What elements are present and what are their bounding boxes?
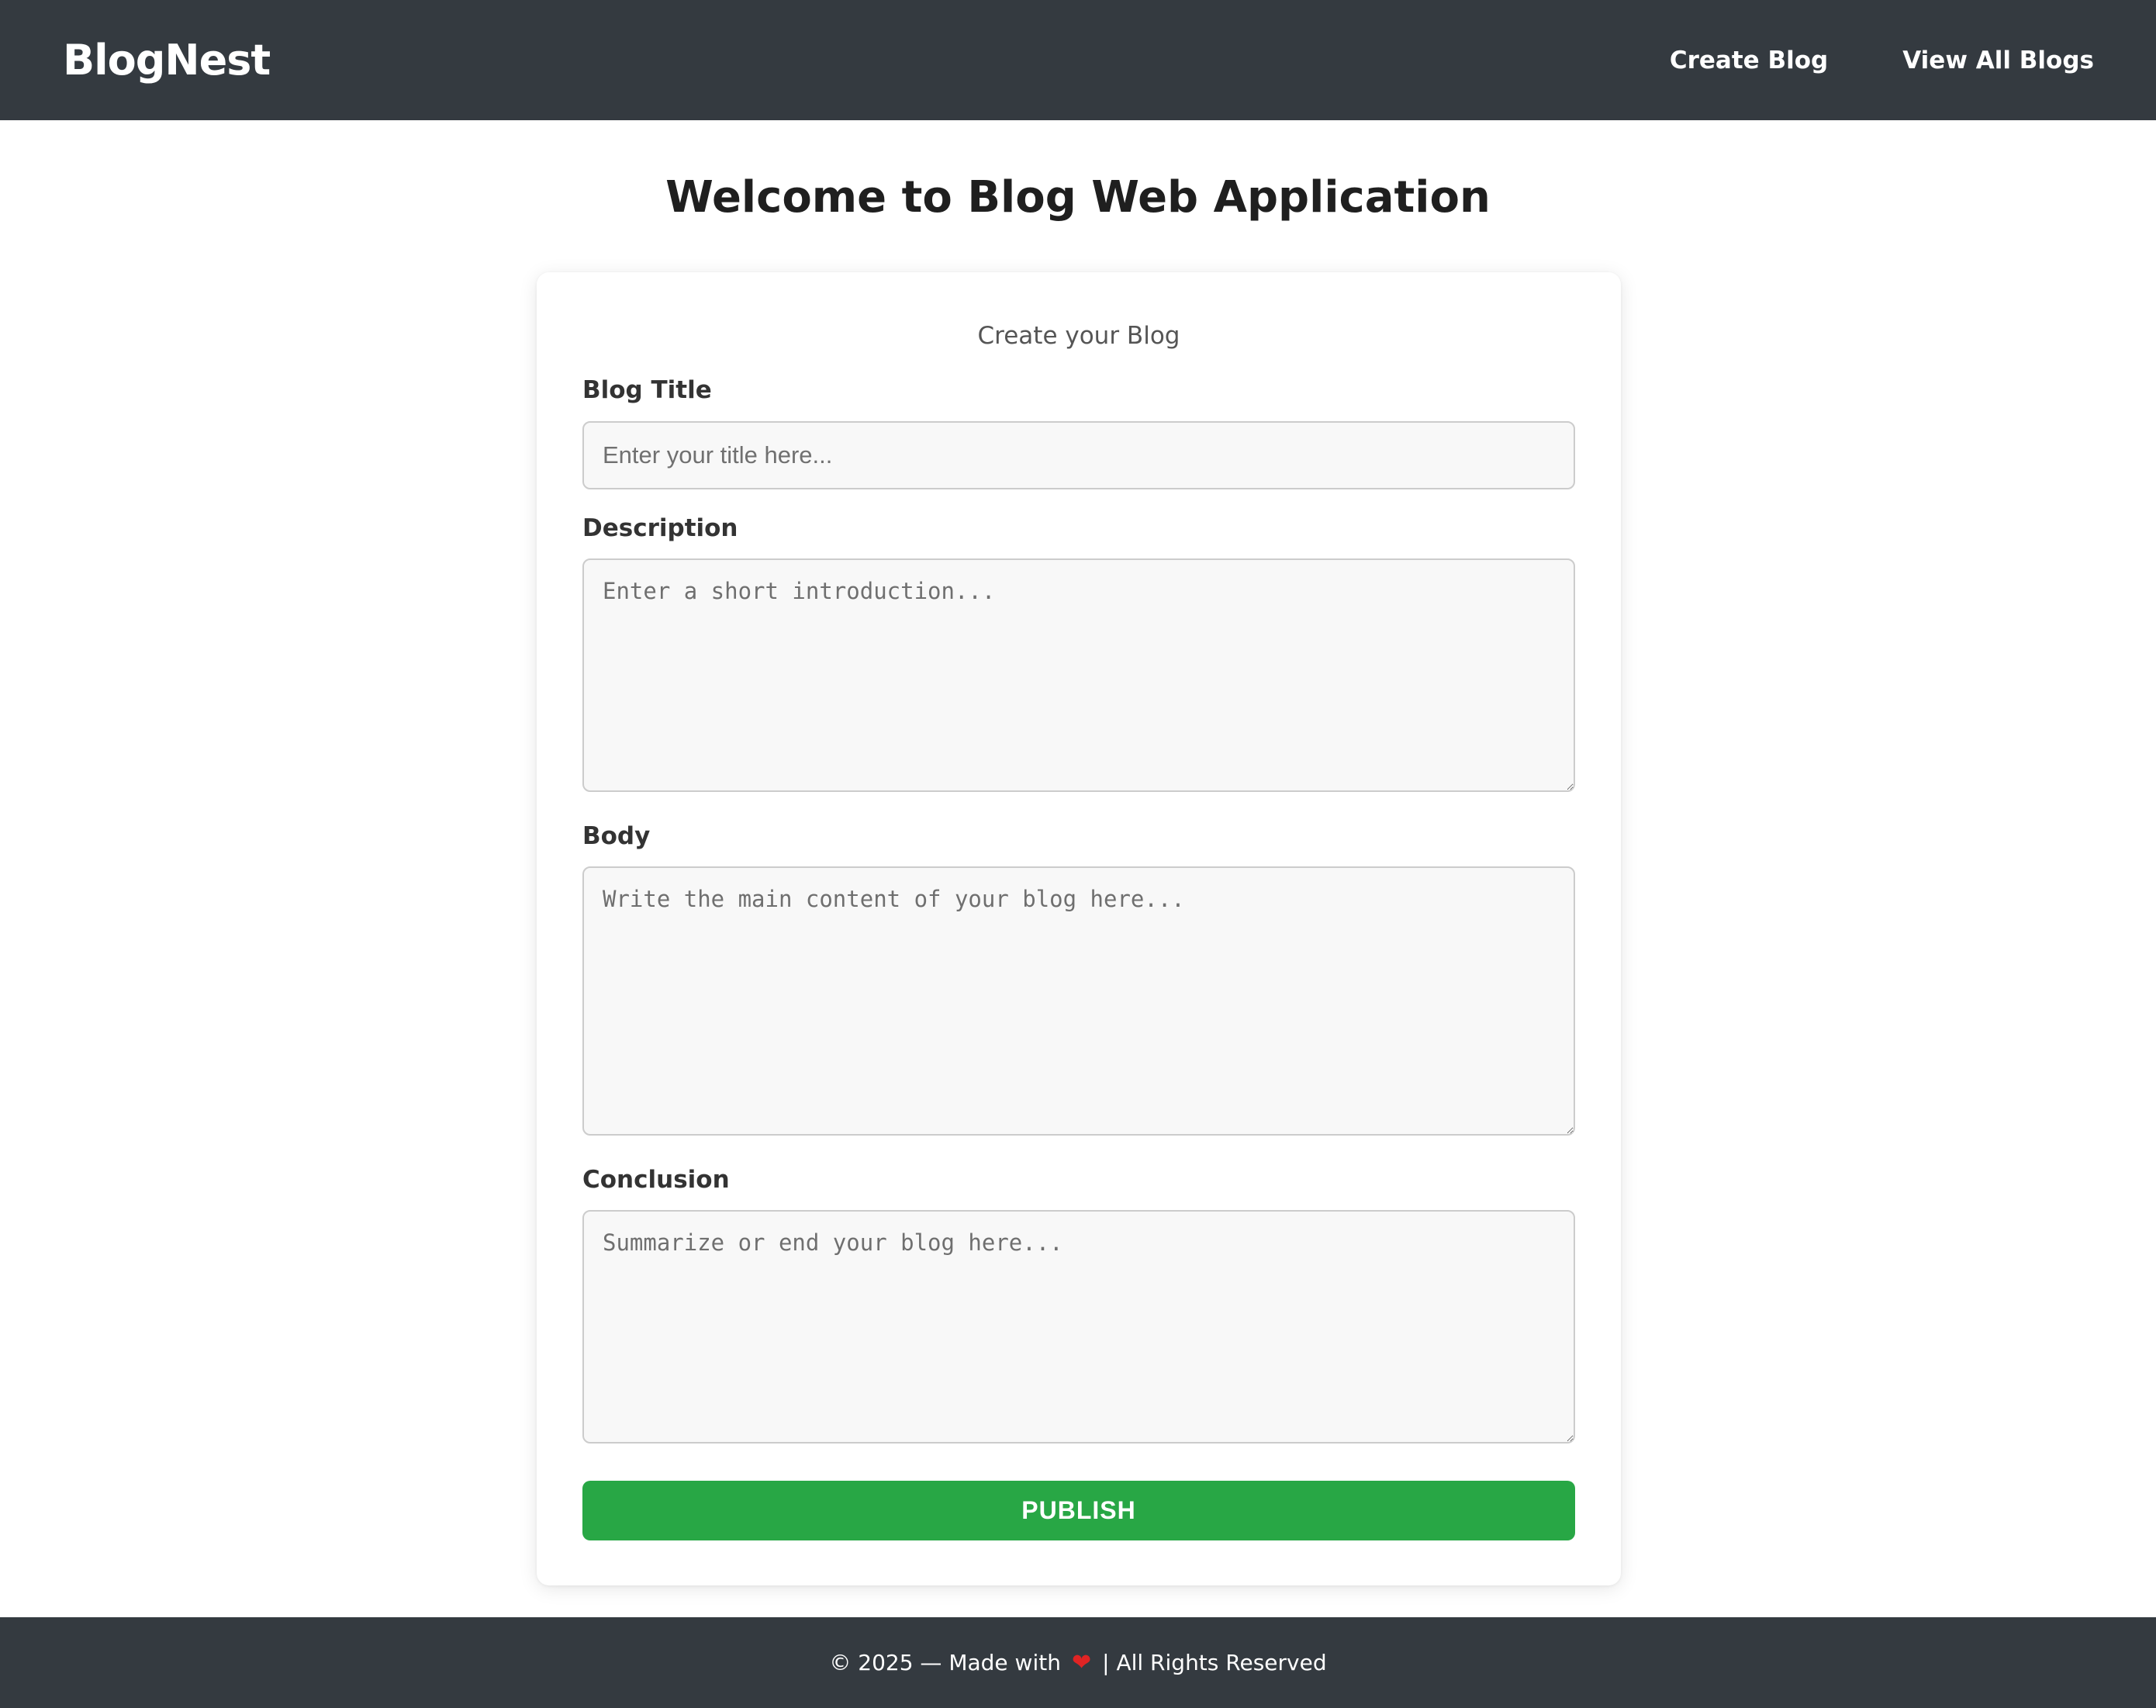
navbar: BlogNest Create Blog View All Blogs <box>0 0 2156 120</box>
brand-logo[interactable]: BlogNest <box>63 36 271 85</box>
footer-suffix: | All Rights Reserved <box>1102 1650 1327 1675</box>
conclusion-textarea[interactable] <box>582 1210 1575 1444</box>
nav-create-blog[interactable]: Create Blog <box>1670 47 1828 74</box>
description-label: Description <box>582 514 738 542</box>
footer-prefix: © 2025 — Made with <box>829 1650 1061 1675</box>
create-blog-form: Create your Blog Blog Title Description … <box>537 272 1621 1585</box>
heart-icon: ❤ <box>1071 1649 1092 1676</box>
body-textarea[interactable] <box>582 866 1575 1136</box>
blog-title-label: Blog Title <box>582 376 712 404</box>
form-subtitle: Create your Blog <box>977 322 1180 350</box>
page: BlogNest Create Blog View All Blogs Welc… <box>0 0 2156 1708</box>
publish-button[interactable]: PUBLISH <box>582 1481 1575 1540</box>
body-label: Body <box>582 822 651 850</box>
conclusion-label: Conclusion <box>582 1166 730 1194</box>
nav-view-all-blogs[interactable]: View All Blogs <box>1902 47 2094 74</box>
page-title: Welcome to Blog Web Application <box>665 172 1491 223</box>
blog-title-input[interactable] <box>582 421 1575 489</box>
description-textarea[interactable] <box>582 558 1575 792</box>
footer: © 2025 — Made with ❤ | All Rights Reserv… <box>0 1617 2156 1708</box>
nav-links: Create Blog View All Blogs <box>1670 47 2094 74</box>
